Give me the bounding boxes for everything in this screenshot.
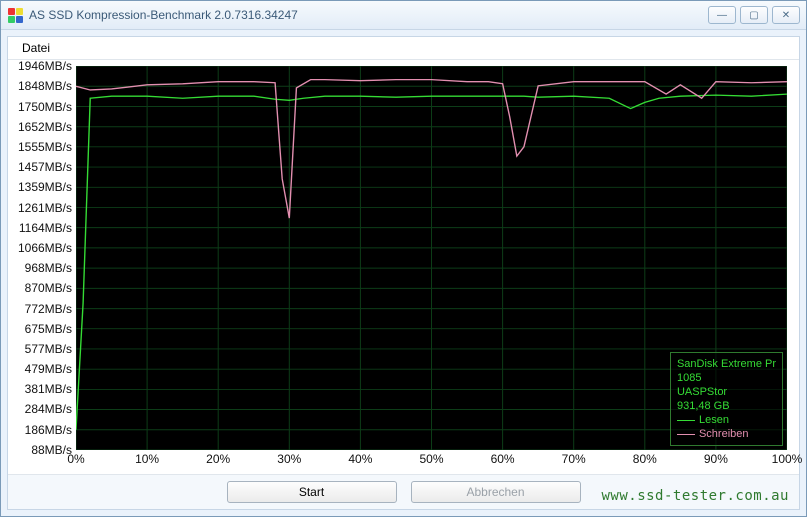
y-tick-label: 1457MB/s: [18, 160, 72, 174]
y-tick-label: 88MB/s: [31, 443, 72, 457]
legend-model: 1085: [677, 371, 776, 385]
legend-capacity: 931,48 GB: [677, 399, 776, 413]
y-tick-label: 968MB/s: [25, 261, 72, 275]
legend-box: SanDisk Extreme Pr 1085 UASPStor 931,48 …: [670, 352, 783, 446]
x-tick-label: 80%: [633, 452, 657, 466]
menubar: Datei: [8, 37, 799, 60]
y-tick-label: 186MB/s: [25, 423, 72, 437]
maximize-button[interactable]: ▢: [740, 6, 768, 24]
y-tick-label: 1946MB/s: [18, 59, 72, 73]
watermark: www.ssd-tester.com.au: [601, 488, 789, 504]
x-tick-label: 40%: [348, 452, 372, 466]
titlebar[interactable]: AS SSD Kompression-Benchmark 2.0.7316.34…: [1, 1, 806, 30]
client-area: Datei 1946MB/s 1848MB/s 1750MB/s 1652MB/s 15…: [7, 36, 800, 510]
y-tick-label: 479MB/s: [25, 362, 72, 376]
legend-write: Schreiben: [677, 427, 776, 441]
legend-device: SanDisk Extreme Pr: [677, 357, 776, 371]
y-tick-label: 870MB/s: [25, 281, 72, 295]
y-tick-label: 772MB/s: [25, 302, 72, 316]
y-tick-label: 1652MB/s: [18, 120, 72, 134]
x-tick-label: 50%: [419, 452, 443, 466]
minimize-button[interactable]: —: [708, 6, 736, 24]
close-button[interactable]: ✕: [772, 6, 800, 24]
y-tick-label: 1750MB/s: [18, 100, 72, 114]
x-tick-label: 30%: [277, 452, 301, 466]
x-tick-label: 0%: [67, 452, 84, 466]
chart-plot: SanDisk Extreme Pr 1085 UASPStor 931,48 …: [76, 66, 787, 450]
x-tick-label: 60%: [491, 452, 515, 466]
app-window: AS SSD Kompression-Benchmark 2.0.7316.34…: [0, 0, 807, 517]
x-tick-label: 90%: [704, 452, 728, 466]
menu-file[interactable]: Datei: [16, 39, 56, 57]
x-tick-label: 70%: [562, 452, 586, 466]
y-tick-label: 1066MB/s: [18, 241, 72, 255]
y-tick-label: 1555MB/s: [18, 140, 72, 154]
app-icon: [7, 7, 23, 23]
y-tick-label: 1164MB/s: [19, 221, 72, 235]
cancel-button[interactable]: Abbrechen: [411, 481, 581, 503]
x-tick-label: 20%: [206, 452, 230, 466]
y-tick-label: 1359MB/s: [18, 180, 72, 194]
legend-driver: UASPStor: [677, 385, 776, 399]
legend-read: Lesen: [677, 413, 776, 427]
x-tick-label: 10%: [135, 452, 159, 466]
y-tick-label: 1848MB/s: [18, 79, 72, 93]
chart-container: 1946MB/s1848MB/s1750MB/s1652MB/s1555MB/s…: [14, 64, 793, 472]
window-title: AS SSD Kompression-Benchmark 2.0.7316.34…: [29, 8, 708, 22]
x-axis-labels: 0%10%20%30%40%50%60%70%80%90%100%: [76, 452, 787, 470]
start-button[interactable]: Start: [227, 481, 397, 503]
y-tick-label: 381MB/s: [25, 382, 72, 396]
x-tick-label: 100%: [772, 452, 803, 466]
y-tick-label: 675MB/s: [25, 322, 72, 336]
y-tick-label: 577MB/s: [25, 342, 72, 356]
y-axis-labels: 1946MB/s1848MB/s1750MB/s1652MB/s1555MB/s…: [14, 66, 76, 450]
y-tick-label: 1261MB/s: [18, 201, 72, 215]
y-tick-label: 284MB/s: [25, 402, 72, 416]
